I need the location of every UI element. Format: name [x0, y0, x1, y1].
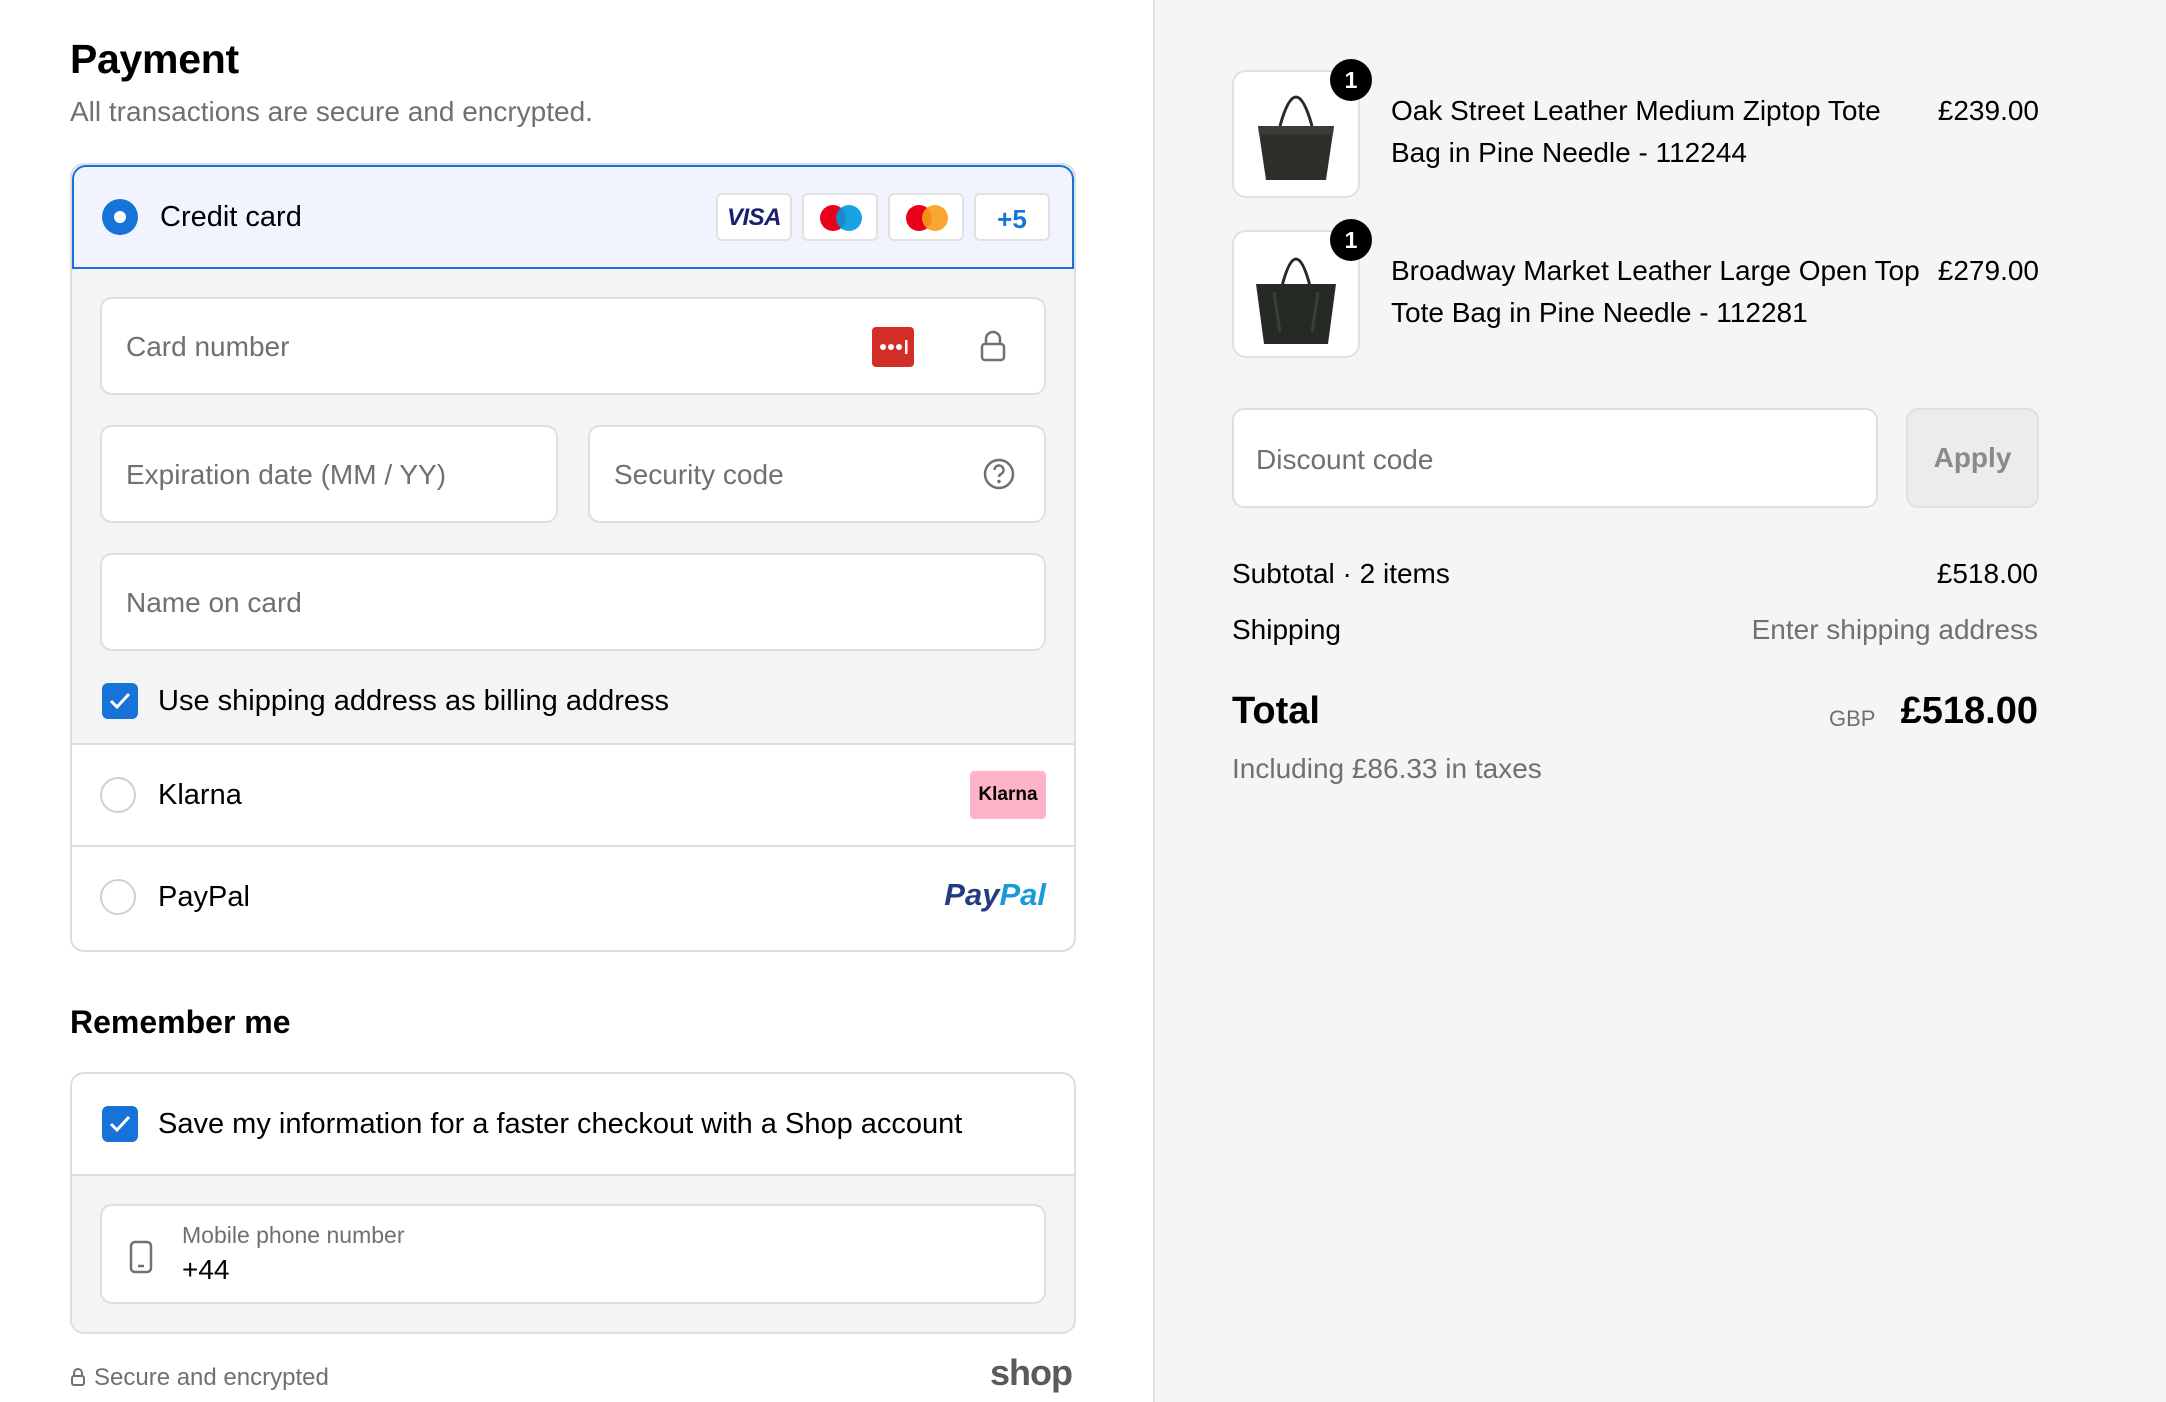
save-info-label: Save my information for a faster checkou…: [158, 1108, 963, 1140]
payment-title: Payment: [70, 36, 239, 82]
visa-icon: VISA: [716, 193, 792, 241]
password-manager-icon[interactable]: [872, 327, 914, 367]
payment-methods: Credit card VISA +5 Card number Expirati…: [70, 163, 1076, 952]
payment-column: Payment All transactions are secure and …: [0, 0, 1153, 1402]
remember-me-form: Mobile phone number +44: [72, 1174, 1074, 1332]
klarna-label: Klarna: [158, 779, 242, 811]
expiration-date-field[interactable]: Expiration date (MM / YY): [100, 425, 558, 523]
paypal-option[interactable]: PayPal PayPal: [72, 847, 1074, 947]
card-number-field[interactable]: Card number: [100, 297, 1046, 395]
shop-logo: shop: [990, 1352, 1073, 1393]
klarna-radio[interactable]: [100, 777, 136, 813]
maestro-icon: [802, 193, 878, 241]
order-summary: 1 Oak Street Leather Medium Ziptop Tote …: [1153, 0, 2166, 1402]
total-label: Total: [1232, 690, 1320, 732]
lock-icon: [70, 1366, 86, 1394]
credit-card-form: Card number Expiration date (MM / YY) Se…: [72, 269, 1074, 743]
klarna-logo: Klarna: [970, 771, 1046, 819]
name-on-card-field[interactable]: Name on card: [100, 553, 1046, 651]
payment-subtitle: All transactions are secure and encrypte…: [70, 96, 593, 127]
security-code-field[interactable]: Security code: [588, 425, 1046, 523]
discount-code-input[interactable]: Discount code: [1232, 408, 1878, 508]
subtotal-value: £518.00: [1936, 558, 2038, 589]
phone-icon: [128, 1240, 154, 1279]
shipping-value: Enter shipping address: [1751, 614, 2038, 645]
mobile-phone-label: Mobile phone number: [182, 1222, 405, 1248]
save-info-checkbox[interactable]: [102, 1106, 138, 1142]
paypal-logo: PayPal: [944, 877, 1046, 912]
quantity-badge: 1: [1330, 219, 1372, 261]
credit-card-option[interactable]: Credit card VISA +5: [72, 165, 1074, 269]
item-price: £279.00: [1937, 255, 2039, 286]
currency-code: GBP: [1829, 706, 1876, 731]
klarna-option[interactable]: Klarna Klarna: [72, 745, 1074, 845]
credit-card-radio[interactable]: [102, 199, 138, 235]
paypal-label: PayPal: [158, 881, 250, 913]
item-price: £239.00: [1937, 95, 2039, 126]
lock-icon: [978, 329, 1008, 368]
help-icon[interactable]: [982, 457, 1016, 496]
paypal-radio[interactable]: [100, 879, 136, 915]
total-value: £518.00: [1900, 690, 2038, 732]
remember-me-title: Remember me: [70, 1004, 291, 1040]
shipping-label: Shipping: [1232, 614, 1341, 645]
subtotal-label: Subtotal · 2 items: [1232, 558, 1450, 589]
mastercard-icon: [888, 193, 964, 241]
billing-address-checkbox[interactable]: [102, 683, 138, 719]
apply-button[interactable]: Apply: [1906, 408, 2039, 508]
quantity-badge: 1: [1330, 59, 1372, 101]
credit-card-label: Credit card: [160, 201, 302, 233]
secure-note: Secure and encrypted: [70, 1364, 329, 1394]
mobile-phone-field[interactable]: Mobile phone number +44: [100, 1204, 1046, 1304]
taxes-note: Including £86.33 in taxes: [1232, 753, 1542, 784]
billing-address-label: Use shipping address as billing address: [158, 685, 670, 717]
mobile-phone-value: +44: [182, 1254, 230, 1285]
remember-me-box: Save my information for a faster checkou…: [70, 1072, 1076, 1334]
more-brands-badge: +5: [974, 193, 1050, 241]
